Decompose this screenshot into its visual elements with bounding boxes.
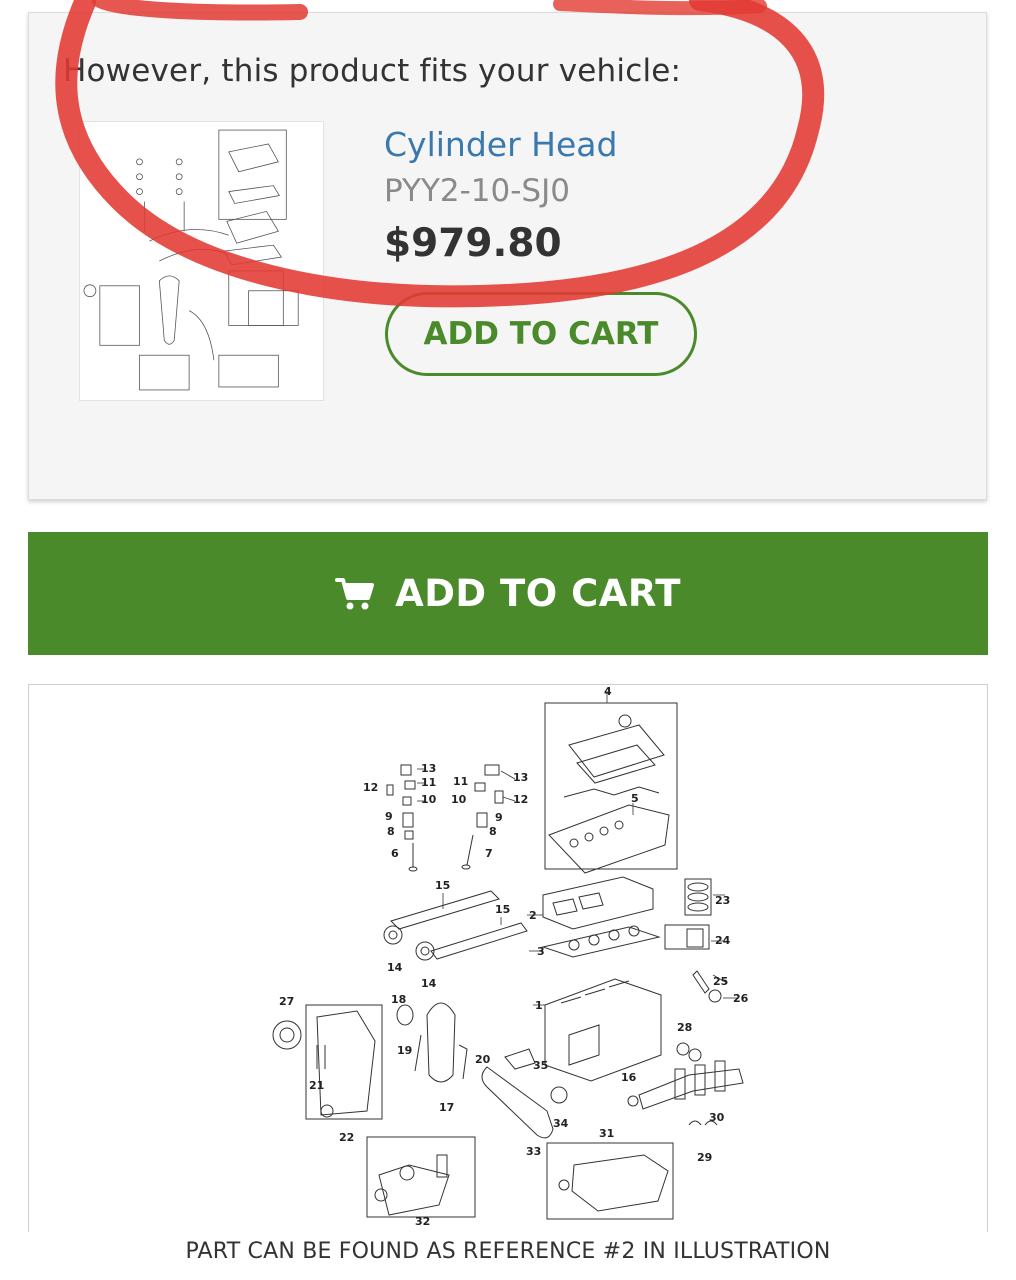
svg-text:15: 15 <box>435 879 450 892</box>
svg-text:5: 5 <box>631 792 639 805</box>
add-to-cart-label: ADD TO CART <box>395 572 681 615</box>
svg-text:35: 35 <box>533 1059 548 1072</box>
svg-text:32: 32 <box>415 1215 430 1228</box>
svg-text:31: 31 <box>599 1127 614 1140</box>
svg-text:2: 2 <box>529 909 537 922</box>
svg-text:3: 3 <box>537 945 545 958</box>
svg-text:1: 1 <box>535 999 543 1012</box>
svg-text:8: 8 <box>489 825 497 838</box>
svg-text:10: 10 <box>421 793 437 806</box>
add-to-cart-button[interactable]: ADD TO CART <box>28 532 988 655</box>
svg-text:28: 28 <box>677 1021 692 1034</box>
svg-text:24: 24 <box>715 934 731 947</box>
engine-exploded-diagram: 4 5 131110 12986 1110 1312 987 1515 1414… <box>272 685 749 1228</box>
svg-text:13: 13 <box>513 771 528 784</box>
svg-text:4: 4 <box>604 685 612 698</box>
svg-text:10: 10 <box>451 793 467 806</box>
svg-text:21: 21 <box>309 1079 324 1092</box>
svg-text:14: 14 <box>387 961 403 974</box>
svg-text:12: 12 <box>363 781 378 794</box>
svg-text:25: 25 <box>713 975 728 988</box>
svg-text:20: 20 <box>475 1053 491 1066</box>
svg-text:29: 29 <box>697 1151 712 1164</box>
svg-text:23: 23 <box>715 894 730 907</box>
svg-text:19: 19 <box>397 1044 412 1057</box>
engine-diagram-thumbnail <box>83 129 299 391</box>
fits-add-to-cart-button[interactable]: ADD TO CART <box>385 292 697 376</box>
fits-vehicle-card: However, this product fits your vehicle: <box>28 12 987 500</box>
svg-text:27: 27 <box>279 995 294 1008</box>
product-price: $979.80 <box>384 221 562 266</box>
reference-note: PART CAN BE FOUND AS REFERENCE #2 IN ILL… <box>0 1232 1016 1280</box>
part-number: PYY2-10-SJ0 <box>384 173 570 209</box>
svg-text:30: 30 <box>709 1111 725 1124</box>
svg-text:9: 9 <box>385 810 393 823</box>
parts-illustration[interactable]: 4 5 13 11 10 12 9 8 6 11 10 13 12 987 15 15 14 14… <box>28 684 988 1244</box>
svg-text:26: 26 <box>733 992 749 1005</box>
svg-text:18: 18 <box>391 993 406 1006</box>
svg-text:13: 13 <box>421 762 436 775</box>
svg-text:16: 16 <box>621 1071 637 1084</box>
svg-text:9: 9 <box>495 811 503 824</box>
shopping-cart-icon <box>335 577 375 611</box>
svg-text:11: 11 <box>421 776 436 789</box>
svg-text:14: 14 <box>421 977 437 990</box>
svg-text:33: 33 <box>526 1145 541 1158</box>
svg-text:7: 7 <box>485 847 493 860</box>
svg-text:22: 22 <box>339 1131 354 1144</box>
svg-text:15: 15 <box>495 903 510 916</box>
svg-text:6: 6 <box>391 847 399 860</box>
product-thumbnail[interactable] <box>79 121 324 401</box>
svg-text:11: 11 <box>453 775 468 788</box>
fits-vehicle-heading: However, this product fits your vehicle: <box>63 53 682 89</box>
product-name-link[interactable]: Cylinder Head <box>384 125 617 164</box>
svg-text:17: 17 <box>439 1101 454 1114</box>
svg-text:12: 12 <box>513 793 528 806</box>
svg-text:8: 8 <box>387 825 395 838</box>
svg-text:34: 34 <box>553 1117 569 1130</box>
